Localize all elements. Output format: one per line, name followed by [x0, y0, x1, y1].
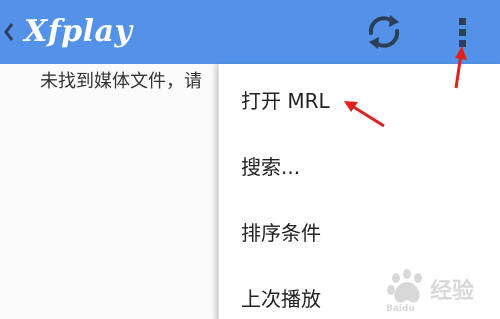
app-title: Xfplay [24, 14, 133, 49]
menu-item-label: 搜索... [241, 155, 301, 179]
menu-item-label: 上次播放 [241, 287, 321, 311]
menu-item-sort[interactable]: 排序条件 [219, 200, 500, 266]
menu-item-label: 排序条件 [241, 221, 321, 245]
action-bar: Xfplay [0, 0, 500, 64]
menu-item-search[interactable]: 搜索... [219, 134, 500, 200]
app-window: Xfplay 未找到媒体文件，请 打开 MRL 搜索... 排序条件 上次播放 … [0, 0, 500, 319]
chevron-left-icon[interactable] [2, 14, 16, 50]
refresh-icon[interactable] [362, 12, 406, 52]
svg-text:经验: 经验 [430, 278, 474, 304]
menu-item-label: 打开 MRL [241, 89, 330, 113]
annotation-arrow-up [454, 46, 467, 89]
annotation-arrow-left [344, 101, 385, 128]
svg-text:Baidu: Baidu [386, 304, 415, 314]
menu-dot [459, 18, 466, 25]
menu-dot [459, 29, 466, 36]
baidu-watermark-logo: Baidu 经验 [386, 269, 474, 314]
empty-library-message: 未找到媒体文件，请 [40, 71, 202, 92]
